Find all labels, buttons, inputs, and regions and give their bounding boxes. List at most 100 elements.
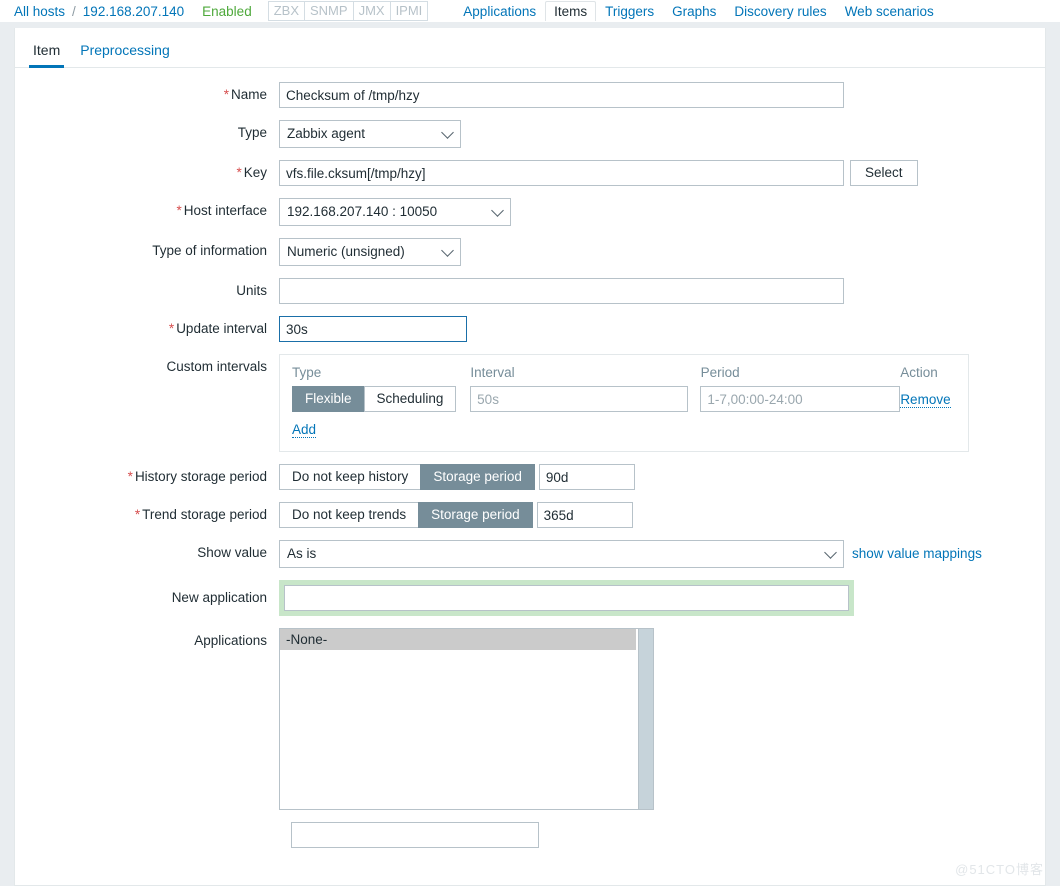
required-marker-name: * [223, 87, 229, 102]
key-input[interactable] [279, 160, 844, 186]
control-key: Select [279, 160, 918, 186]
label-history-storage-period: * History storage period [15, 464, 279, 484]
nav-link-web-scenarios[interactable]: Web scenarios [836, 2, 943, 21]
key-select-button[interactable]: Select [850, 160, 918, 186]
custom-interval-type-segmented: Flexible Scheduling [292, 386, 457, 412]
custom-interval-type-cell: Flexible Scheduling [292, 386, 470, 412]
type-of-information-select[interactable]: Numeric (unsigned) [279, 238, 461, 266]
applications-option-none[interactable]: -None- [280, 629, 636, 650]
label-type-of-information: Type of information [152, 243, 267, 258]
field-row-update-interval: * Update interval [15, 316, 1045, 342]
breadcrumb-all-hosts[interactable]: All hosts [14, 4, 65, 19]
control-host-interface: 192.168.207.140 : 10050 [279, 198, 511, 226]
custom-intervals-add-link[interactable]: Add [292, 422, 317, 438]
custom-interval-period-input[interactable] [700, 386, 901, 412]
label-show-value: Show value [197, 545, 267, 560]
host-interface-select[interactable]: 192.168.207.140 : 10050 [279, 198, 511, 226]
applications-listbox[interactable]: -None- [279, 628, 654, 810]
tag-ipmi: IPMI [389, 1, 429, 21]
field-row-show-value: Show value As is show value mappings [15, 540, 1045, 568]
partially-visible-input[interactable] [291, 822, 539, 848]
tab-item[interactable]: Item [23, 42, 70, 68]
breadcrumb-host-name[interactable]: 192.168.207.140 [83, 4, 184, 19]
label-host-interface: * Host interface [15, 198, 279, 218]
label-host-interface-text: Host interface [183, 203, 267, 218]
control-type-of-information: Numeric (unsigned) [279, 238, 461, 266]
tag-snmp: SNMP [304, 1, 353, 21]
control-trend-storage-period: Do not keep trends Storage period [279, 502, 633, 528]
custom-interval-interval-input[interactable] [470, 386, 689, 412]
required-marker-key: * [236, 165, 242, 180]
required-marker-update-interval: * [168, 321, 175, 336]
control-units [279, 278, 844, 304]
tag-zbx: ZBX [267, 1, 304, 21]
custom-interval-interval-cell [470, 386, 700, 412]
label-key-text: Key [243, 165, 267, 180]
field-row-partially-visible [15, 822, 1045, 848]
nav-link-graphs[interactable]: Graphs [663, 2, 725, 21]
form-tab-strip: Item Preprocessing [15, 28, 1045, 68]
history-storage-period-input[interactable] [538, 464, 635, 490]
nav-link-applications[interactable]: Applications [454, 2, 545, 21]
host-navigation-bar: All hosts / 192.168.207.140 Enabled ZBX … [0, 0, 1060, 22]
nav-link-items[interactable]: Items [545, 1, 597, 21]
trend-storage-period-input[interactable] [536, 502, 633, 528]
custom-interval-action-cell: Remove [900, 391, 956, 408]
show-value-mappings-link[interactable]: show value mappings [852, 540, 982, 568]
type-of-information-select-value: Numeric (unsigned) [279, 238, 461, 266]
field-row-new-application: New application [15, 580, 1045, 616]
field-row-custom-intervals: Custom intervals Type Interval Period Ac… [15, 354, 1045, 452]
label-applications: Applications [194, 633, 267, 648]
type-select[interactable]: Zabbix agent [279, 120, 461, 148]
custom-intervals-add-wrap: Add [292, 422, 956, 438]
tab-preprocessing[interactable]: Preprocessing [70, 42, 180, 67]
label-history-storage-period-text: History storage period [134, 469, 267, 484]
units-input[interactable] [279, 278, 844, 304]
column-header-period: Period [700, 365, 740, 380]
label-units: Units [236, 283, 267, 298]
history-storage-segmented: Do not keep history Storage period [279, 464, 535, 490]
custom-interval-remove-link[interactable]: Remove [900, 391, 951, 408]
nav-link-triggers[interactable]: Triggers [596, 2, 663, 21]
segment-do-not-keep-trends[interactable]: Do not keep trends [279, 502, 419, 528]
field-row-host-interface: * Host interface 192.168.207.140 : 10050 [15, 198, 1045, 226]
nav-link-discovery-rules[interactable]: Discovery rules [725, 2, 835, 21]
new-application-input[interactable] [284, 585, 849, 611]
segment-history-storage-period[interactable]: Storage period [420, 464, 535, 490]
label-type: Type [237, 125, 267, 140]
field-row-trend-storage-period: * Trend storage period Do not keep trends… [15, 502, 1045, 528]
label-update-interval-text: Update interval [176, 321, 267, 336]
host-interface-select-value: 192.168.207.140 : 10050 [279, 198, 511, 226]
segment-scheduling[interactable]: Scheduling [363, 386, 457, 412]
tag-jmx: JMX [352, 1, 390, 21]
label-trend-storage-period: * Trend storage period [15, 502, 279, 522]
host-status-badge[interactable]: Enabled [202, 4, 252, 19]
name-input[interactable] [279, 82, 844, 108]
field-row-units: Units [15, 278, 1045, 304]
interface-type-tags: ZBX SNMP JMX IPMI [267, 1, 429, 21]
segment-trend-storage-period[interactable]: Storage period [418, 502, 533, 528]
field-row-key: *Key Select [15, 160, 1045, 186]
segment-do-not-keep-history[interactable]: Do not keep history [279, 464, 421, 490]
label-custom-intervals: Custom intervals [166, 359, 267, 374]
show-value-select[interactable]: As is [279, 540, 844, 568]
required-marker-trend-storage-period: * [134, 507, 141, 522]
segment-flexible[interactable]: Flexible [292, 386, 364, 412]
field-row-history-storage-period: * History storage period Do not keep hist… [15, 464, 1045, 490]
applications-listbox-scrollbar[interactable] [638, 629, 653, 809]
item-form-card: Item Preprocessing *Name Type Zabbix age… [14, 28, 1046, 886]
custom-intervals-panel: Type Interval Period Action Flexible Sch… [279, 354, 969, 452]
field-row-applications: Applications -None- [15, 628, 1045, 810]
column-header-action: Action [900, 365, 938, 380]
custom-interval-period-cell [700, 386, 901, 412]
control-new-application [279, 580, 854, 616]
type-select-value: Zabbix agent [279, 120, 461, 148]
column-header-type: Type [292, 365, 322, 380]
watermark: @51CTO博客 [955, 862, 1044, 877]
breadcrumb-separator: / [72, 3, 76, 19]
label-trend-storage-period-text: Trend storage period [142, 507, 267, 522]
update-interval-input[interactable] [279, 316, 467, 342]
trend-storage-segmented: Do not keep trends Storage period [279, 502, 533, 528]
custom-intervals-header: Type Interval Period Action [292, 365, 956, 380]
field-row-name: * Name [15, 82, 1045, 108]
